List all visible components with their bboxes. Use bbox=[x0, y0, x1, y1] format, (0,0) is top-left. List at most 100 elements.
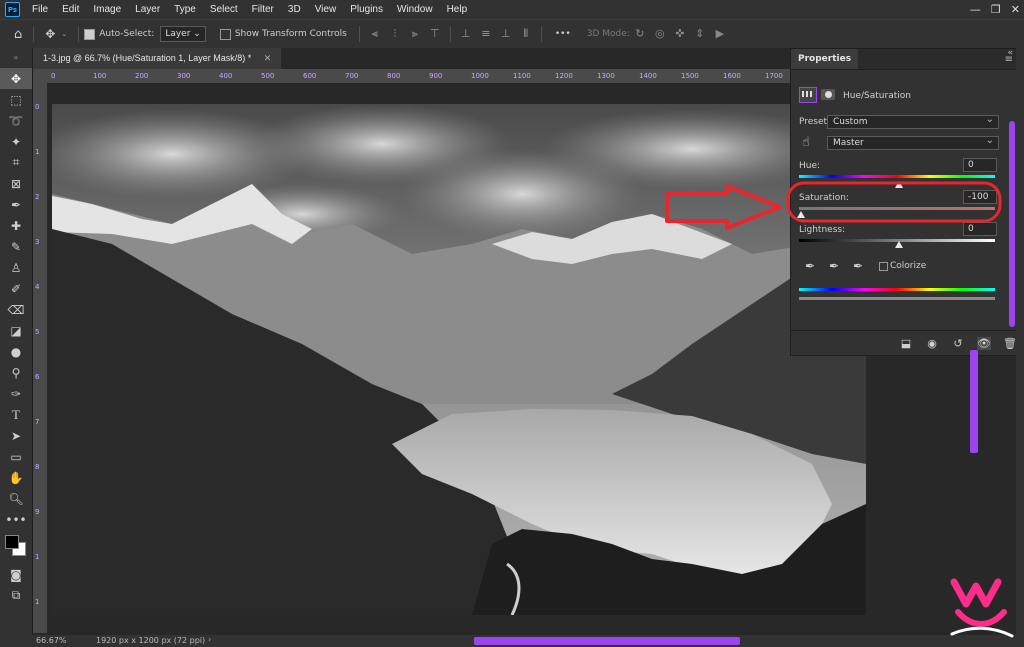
collapse-icon[interactable]: » bbox=[0, 48, 32, 68]
brush-tool-icon[interactable]: ✎ bbox=[0, 236, 32, 257]
restore-icon[interactable]: ❐ bbox=[991, 3, 1001, 16]
distribute-top-icon[interactable]: ⊥ bbox=[460, 28, 472, 40]
edit-toolbar-icon[interactable]: ••• bbox=[0, 509, 32, 530]
mountain-lake-photo[interactable] bbox=[52, 104, 866, 615]
align-hcenter-icon[interactable]: ⫶ bbox=[389, 28, 401, 40]
menu-file[interactable]: File bbox=[26, 4, 56, 15]
healing-tool-icon[interactable]: ✚ bbox=[0, 215, 32, 236]
distribute-bottom-icon[interactable]: ⊥ bbox=[500, 28, 512, 40]
panel-collapse-icon[interactable]: « bbox=[1007, 48, 1013, 58]
eraser-tool-icon[interactable]: ⌫ bbox=[0, 299, 32, 320]
rectangle-tool-icon[interactable]: ▭ bbox=[0, 446, 32, 467]
saturation-slider-thumb[interactable] bbox=[797, 211, 805, 218]
stamp-tool-icon[interactable]: ♙ bbox=[0, 257, 32, 278]
blur-tool-icon[interactable]: ● bbox=[0, 341, 32, 362]
ruler-tick: 900 bbox=[429, 72, 443, 80]
eyedropper-icon[interactable]: ✒ bbox=[805, 259, 815, 273]
horizontal-scrollbar[interactable] bbox=[474, 637, 740, 645]
crop-tool-icon[interactable]: ⌗ bbox=[0, 152, 32, 173]
quick-mask-icon[interactable]: ◙ bbox=[0, 564, 32, 585]
document-tab[interactable]: 1-3.jpg @ 66.7% (Hue/Saturation 1, Layer… bbox=[33, 48, 282, 69]
eyedropper-tool-icon[interactable]: ✒ bbox=[0, 194, 32, 215]
hue-input[interactable]: 0 bbox=[963, 158, 997, 172]
hue-slider-thumb[interactable] bbox=[895, 181, 903, 188]
menu-layer[interactable]: Layer bbox=[129, 4, 168, 15]
3d-camera-icon[interactable]: ▶ bbox=[714, 28, 726, 40]
properties-scrollbar[interactable] bbox=[1009, 121, 1015, 327]
align-top-icon[interactable]: ⊤ bbox=[429, 28, 441, 40]
saturation-input[interactable]: -100 bbox=[963, 190, 997, 204]
align-left-icon[interactable]: ⫷ bbox=[369, 28, 381, 40]
preset-dropdown[interactable]: Custom bbox=[827, 114, 999, 129]
lasso-tool-icon[interactable]: ➰ bbox=[0, 110, 32, 131]
visibility-icon[interactable]: 👁︎ bbox=[977, 336, 991, 350]
3d-orbit-icon[interactable]: ↻ bbox=[634, 28, 646, 40]
hand-tool-icon[interactable]: ✋ bbox=[0, 467, 32, 488]
close-icon[interactable]: ✕ bbox=[1011, 3, 1020, 16]
paint-bucket-icon[interactable]: ◪ bbox=[0, 320, 32, 341]
targeted-adjustment-icon[interactable]: ☝ bbox=[802, 135, 810, 150]
view-previous-icon[interactable]: ◉ bbox=[925, 337, 939, 350]
adjustment-icon[interactable] bbox=[799, 87, 817, 103]
screen-mode-icon[interactable]: ⧉ bbox=[0, 585, 32, 606]
menu-view[interactable]: View bbox=[309, 4, 345, 15]
chevron-down-icon[interactable]: ⌄ bbox=[61, 30, 67, 38]
lightness-input[interactable]: 0 bbox=[963, 222, 997, 236]
menu-window[interactable]: Window bbox=[391, 4, 441, 15]
3d-slide-icon[interactable]: ⇕ bbox=[694, 28, 706, 40]
menu-select[interactable]: Select bbox=[204, 4, 246, 15]
move-tool-icon[interactable]: ✥ bbox=[0, 68, 32, 89]
menu-type[interactable]: Type bbox=[168, 4, 204, 15]
auto-select-label: Auto-Select: bbox=[99, 29, 155, 39]
eyedropper-minus-icon[interactable]: ✒ bbox=[853, 259, 863, 273]
eyedropper-plus-icon[interactable]: ✒ bbox=[829, 259, 839, 273]
clip-to-layer-icon[interactable]: ⬓ bbox=[899, 337, 913, 350]
properties-panel: « Properties ≡ Hue/Saturation Preset: Cu… bbox=[790, 48, 1018, 356]
3d-drag-icon[interactable]: ✜ bbox=[674, 28, 686, 40]
ruler-tick: 1200 bbox=[555, 72, 573, 80]
auto-select-checkbox[interactable] bbox=[84, 28, 96, 40]
pen-tool-icon[interactable]: ✑ bbox=[0, 383, 32, 404]
distribute-h-icon[interactable]: ⦀ bbox=[520, 28, 532, 40]
auto-select-dropdown[interactable]: Layer ⌄ bbox=[160, 26, 206, 42]
show-transform-checkbox[interactable] bbox=[219, 28, 231, 40]
history-brush-icon[interactable]: ✐ bbox=[0, 278, 32, 299]
reset-icon[interactable]: ↺ bbox=[951, 337, 965, 350]
menu-3d[interactable]: 3D bbox=[282, 4, 309, 15]
hue-slider-track[interactable] bbox=[799, 175, 995, 178]
ruler-tick: 7 bbox=[35, 418, 40, 426]
zoom-tool-icon[interactable]: 🔍︎ bbox=[0, 488, 32, 509]
delete-icon[interactable]: 🗑︎ bbox=[1003, 337, 1017, 350]
move-tool-icon[interactable]: ✥ bbox=[45, 27, 55, 41]
quick-select-tool-icon[interactable]: ✦ bbox=[0, 131, 32, 152]
channel-dropdown[interactable]: Master bbox=[827, 135, 999, 150]
path-select-icon[interactable]: ➤ bbox=[0, 425, 32, 446]
lightness-slider-thumb[interactable] bbox=[895, 241, 903, 248]
align-right-icon[interactable]: ⫸ bbox=[409, 28, 421, 40]
ruler-tick: 5 bbox=[35, 328, 40, 336]
zoom-level[interactable]: 66.67% bbox=[36, 636, 67, 645]
marquee-tool-icon[interactable]: ⬚ bbox=[0, 89, 32, 110]
menu-edit[interactable]: Edit bbox=[56, 4, 87, 15]
status-menu-icon[interactable]: › bbox=[208, 635, 211, 644]
home-icon[interactable]: ⌂ bbox=[14, 27, 22, 42]
type-tool-icon[interactable]: T bbox=[0, 404, 32, 425]
layer-mask-icon[interactable] bbox=[821, 89, 835, 100]
minimize-icon[interactable]: — bbox=[970, 3, 981, 16]
colorize-checkbox[interactable] bbox=[879, 262, 888, 271]
menu-plugins[interactable]: Plugins bbox=[344, 4, 391, 15]
properties-tab[interactable]: Properties bbox=[791, 49, 859, 69]
menu-image[interactable]: Image bbox=[87, 4, 129, 15]
foreground-color-swatch[interactable] bbox=[5, 535, 19, 549]
more-options-button[interactable]: ••• bbox=[555, 29, 571, 39]
close-tab-icon[interactable]: ✕ bbox=[264, 53, 272, 63]
color-swatches[interactable] bbox=[0, 530, 32, 564]
3d-roll-icon[interactable]: ◎ bbox=[654, 28, 666, 40]
dodge-tool-icon[interactable]: ⚲ bbox=[0, 362, 32, 383]
vertical-scrollbar[interactable] bbox=[970, 350, 978, 453]
menu-filter[interactable]: Filter bbox=[246, 4, 282, 15]
distribute-vcenter-icon[interactable]: ≡ bbox=[480, 28, 492, 40]
menu-help[interactable]: Help bbox=[441, 4, 476, 15]
saturation-slider-track[interactable] bbox=[799, 207, 995, 210]
frame-tool-icon[interactable]: ⊠ bbox=[0, 173, 32, 194]
